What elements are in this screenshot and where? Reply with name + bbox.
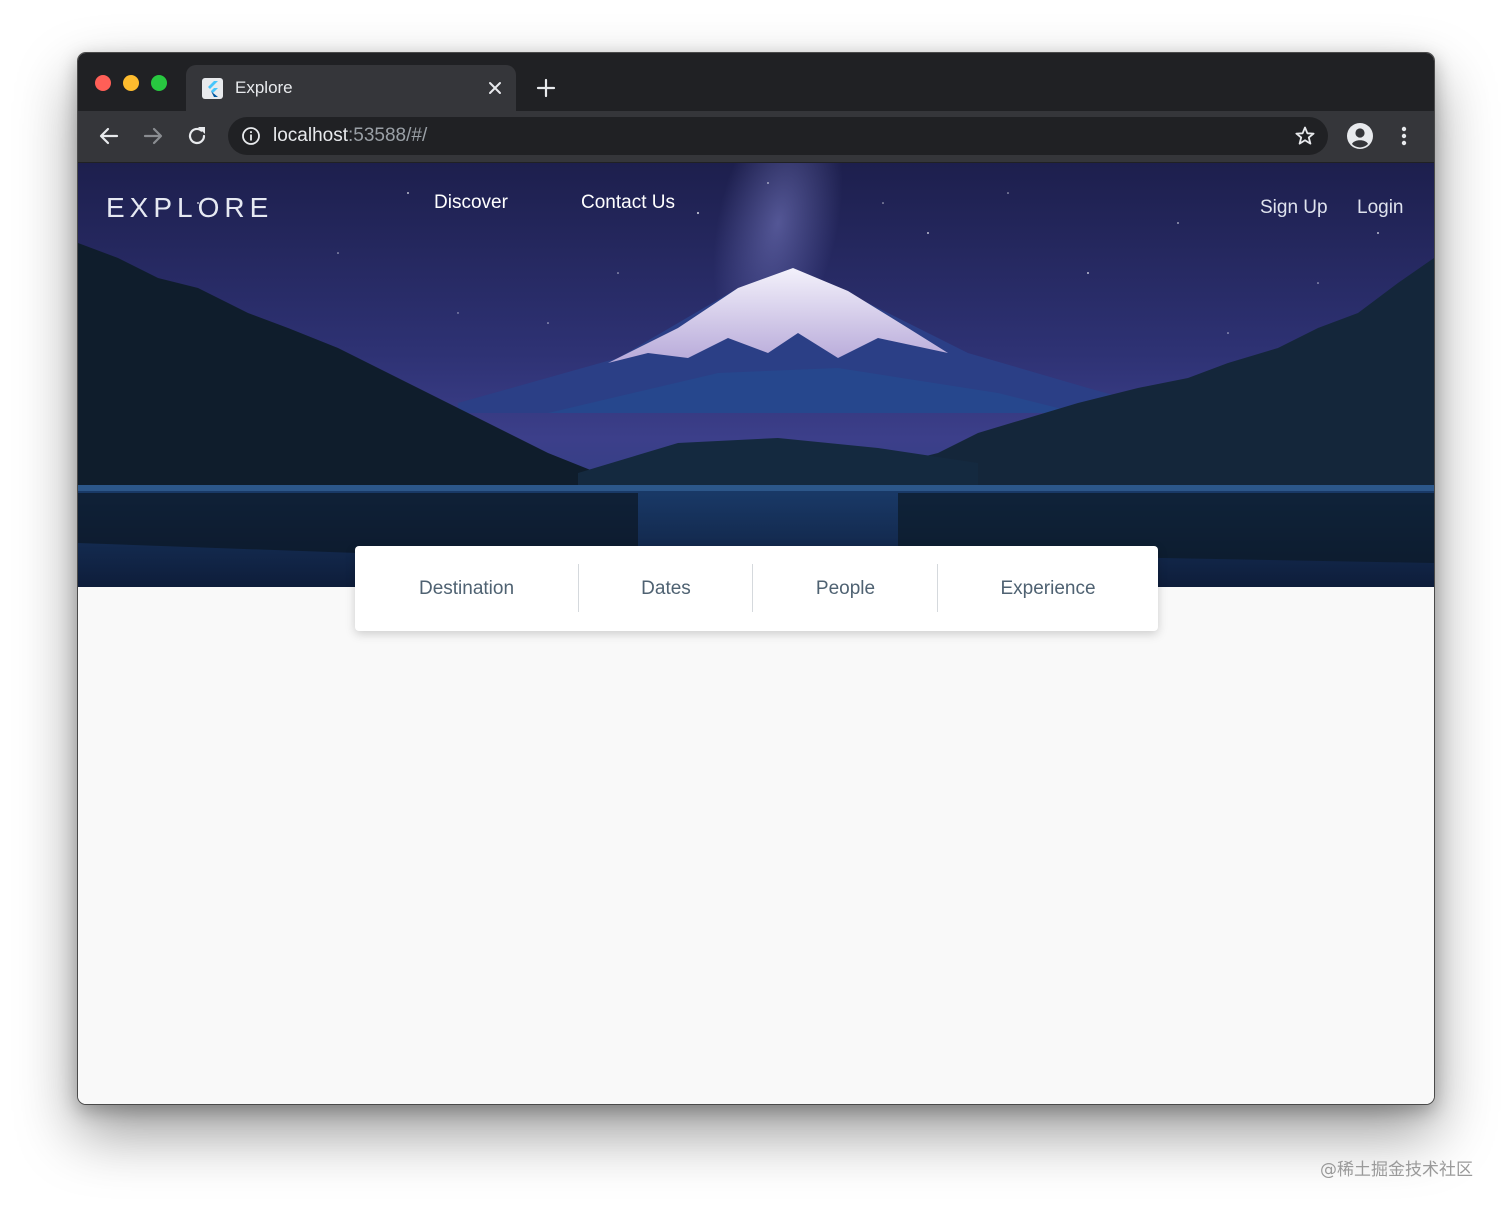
dates-field[interactable]: Dates [579,546,753,631]
close-icon[interactable] [486,79,504,97]
flutter-logo-icon [202,78,223,99]
nav-link-login[interactable]: Login [1357,197,1404,219]
address-bar[interactable]: localhost:53588/#/ [228,117,1328,155]
browser-toolbar: localhost:53588/#/ [78,111,1434,163]
kebab-menu-icon[interactable] [1394,123,1414,149]
watermark-text: @稀土掘金技术社区 [1320,1160,1473,1180]
tab-strip: Explore [78,53,1434,111]
browser-tab-explore[interactable]: Explore [186,65,516,111]
tab-title: Explore [235,78,293,97]
info-icon[interactable] [241,126,261,146]
bookmark-star-icon[interactable] [1294,125,1316,147]
site-logo[interactable]: EXPLORE [106,192,273,224]
url-text[interactable]: localhost:53588/#/ [273,126,427,146]
reload-icon[interactable] [184,123,210,149]
search-bar: Destination Dates People Experience [355,546,1158,631]
nav-link-sign-up[interactable]: Sign Up [1260,197,1328,219]
page-content: EXPLORE Discover Contact Us Sign Up Logi… [78,163,1434,1104]
profile-avatar-icon[interactable] [1346,122,1374,150]
plus-icon[interactable] [535,77,557,99]
divider [752,564,753,612]
url-host: localhost [273,125,348,146]
experience-field[interactable]: Experience [938,546,1158,631]
window-minimize-button[interactable] [123,75,139,91]
hero-image: EXPLORE Discover Contact Us Sign Up Logi… [78,163,1434,587]
back-arrow-icon[interactable] [96,123,122,149]
destination-field[interactable]: Destination [355,546,578,631]
browser-window: Explore localhost:53588/#/ EXPLORE Disco… [77,52,1435,1105]
nav-link-contact-us[interactable]: Contact Us [581,192,675,214]
forward-arrow-icon[interactable] [140,123,166,149]
window-close-button[interactable] [95,75,111,91]
people-field[interactable]: People [754,546,937,631]
url-path: :53588/#/ [348,125,428,146]
nav-link-discover[interactable]: Discover [434,192,508,214]
window-maximize-button[interactable] [151,75,167,91]
